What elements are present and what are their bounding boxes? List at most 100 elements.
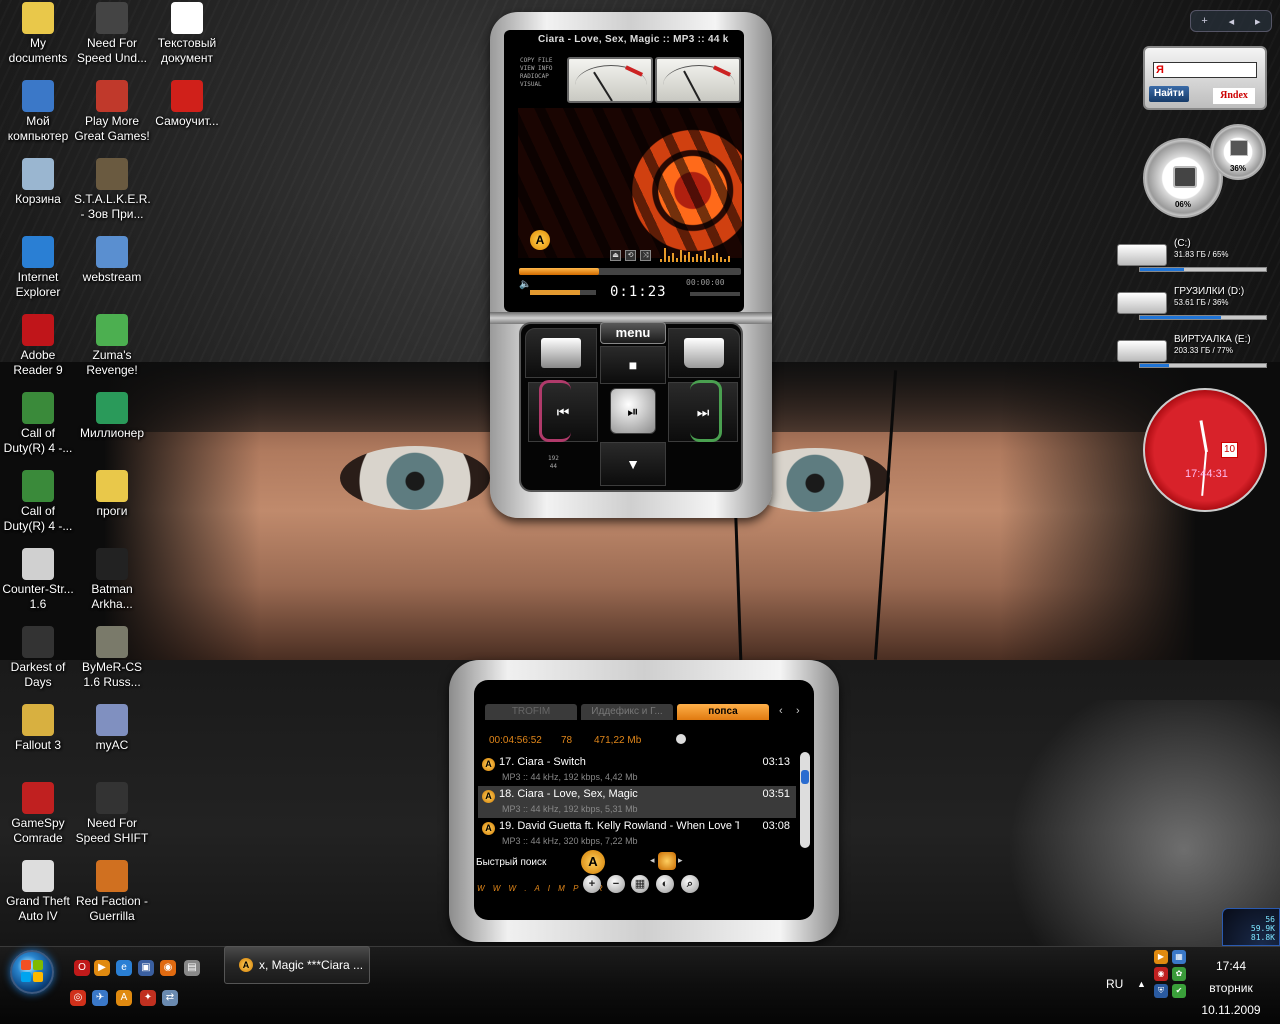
shuffle-icon[interactable]: ⤨ xyxy=(640,250,651,261)
stop-button[interactable]: ■ xyxy=(600,346,666,384)
desktop-icon[interactable]: Need For Speed Und... xyxy=(74,2,150,66)
antivirus-tray-icon[interactable]: ◉ xyxy=(1154,967,1168,981)
playlist-tab-active[interactable]: попса xyxy=(677,704,769,720)
playlist-menu-button[interactable]: ◐ xyxy=(656,875,674,893)
shield-tray-icon[interactable]: ⛨ xyxy=(1154,984,1168,998)
desktop-icon[interactable]: S.T.A.L.K.E.R. - Зов При... xyxy=(74,158,151,222)
desktop-icon[interactable]: Текстовый документ xyxy=(149,2,225,66)
yandex-search-button[interactable]: Найти xyxy=(1149,86,1189,102)
security-tray-icon[interactable]: ✔ xyxy=(1172,984,1186,998)
internet-explorer-icon[interactable]: e xyxy=(116,960,132,976)
desktop-icon[interactable]: Fallout 3 xyxy=(0,704,76,753)
right-arrow-icon[interactable]: ▸ xyxy=(678,855,683,866)
lock-icon[interactable] xyxy=(658,852,676,870)
network-tray-icon[interactable]: ▦ xyxy=(1172,950,1186,964)
desktop-icon[interactable]: Grand Theft Auto IV xyxy=(0,860,76,924)
media-player-icon[interactable]: ▶ xyxy=(94,960,110,976)
playlist-row-selected[interactable]: A 18. Ciara - Love, Sex, Magic 03:51 MP3… xyxy=(478,786,796,818)
desktop-icon[interactable]: Play More Great Games! xyxy=(74,80,150,144)
language-indicator[interactable]: RU xyxy=(1106,977,1123,991)
playlist-row[interactable]: A 17. Ciara - Switch 03:13 MP3 :: 44 kHz… xyxy=(478,754,796,786)
sidebar-controls[interactable]: + ◂ ▸ xyxy=(1190,10,1272,32)
desktop-icon[interactable]: Darkest of Days xyxy=(0,626,76,690)
drive-c[interactable]: (C:) 31.83 ГБ / 65% xyxy=(1117,238,1269,278)
yandex-search-input[interactable]: Я xyxy=(1153,62,1257,78)
taskbar-button-aimp[interactable]: A x, Magic ***Ciara ... xyxy=(224,946,370,984)
network-icon[interactable]: ⇄ xyxy=(162,990,178,1006)
desktop-icon[interactable]: Need For Speed SHIFT xyxy=(74,782,150,846)
sort-button[interactable]: ▦ xyxy=(631,875,649,893)
volume-slider[interactable] xyxy=(530,290,596,295)
drive-e[interactable]: ВИРТУАЛКА (E:) 203.33 ГБ / 77% xyxy=(1117,334,1269,374)
video-icon[interactable]: ▤ xyxy=(184,960,200,976)
search-button[interactable]: ⌕ xyxy=(681,875,699,893)
desktop-icon[interactable]: Самоучит... xyxy=(149,80,225,129)
desktop-icon[interactable]: проги xyxy=(74,470,150,519)
sidebar-next-icon[interactable]: ▸ xyxy=(1255,15,1261,28)
desktop-icon[interactable]: Call of Duty(R) 4 -... xyxy=(0,470,76,534)
add-gadget-icon[interactable]: + xyxy=(1201,15,1207,27)
desktop-icon[interactable]: Мой компьютер xyxy=(0,80,76,144)
remove-track-button[interactable]: − xyxy=(607,875,625,893)
tray-clock[interactable]: 17:44 вторник 10.11.2009 xyxy=(1196,955,1266,1021)
desktop-icon[interactable]: Zuma's Revenge! xyxy=(74,314,150,378)
firefox-icon[interactable]: ◉ xyxy=(160,960,176,976)
balance-slider[interactable] xyxy=(690,292,740,296)
add-track-button[interactable]: + xyxy=(583,875,601,893)
show-hidden-icons-icon[interactable]: ▲ xyxy=(1137,979,1146,989)
playlist-row[interactable]: A 19. David Guetta ft. Kelly Rowland - W… xyxy=(478,818,796,850)
open-file-button[interactable] xyxy=(525,328,597,378)
repeat-icon[interactable]: ⟲ xyxy=(625,250,636,261)
sidebar-prev-icon[interactable]: ◂ xyxy=(1229,15,1235,28)
player-time-display[interactable]: 0:1:23 xyxy=(610,284,667,300)
desktop-icon[interactable]: Internet Explorer xyxy=(0,236,76,300)
playlist-scroll-thumb[interactable] xyxy=(801,770,809,784)
desktop-icon[interactable]: Adobe Reader 9 xyxy=(0,314,76,378)
eject-icon[interactable]: ⏏ xyxy=(610,250,621,261)
quick-search-label[interactable]: Быстрый поиск xyxy=(476,857,546,868)
messenger-icon[interactable]: ✈ xyxy=(92,990,108,1006)
windows-logo-icon xyxy=(21,960,43,982)
open-folder-button[interactable] xyxy=(668,328,740,378)
desktop-icon[interactable]: Batman Arkha... xyxy=(74,548,150,612)
volume-down-button[interactable]: ▼ xyxy=(600,442,666,486)
desktop-icon[interactable]: myAC xyxy=(74,704,150,753)
vu-menu-item[interactable]: VIEW INFO xyxy=(520,65,553,73)
desktop-icon[interactable]: Миллионер xyxy=(74,392,150,441)
aimp-quicklaunch-icon[interactable]: A xyxy=(116,990,132,1006)
desktop-icon[interactable]: ByMeR-CS 1.6 Russ... xyxy=(74,626,150,690)
show-desktop-icon[interactable]: ▣ xyxy=(138,960,154,976)
game-icon[interactable]: ✦ xyxy=(140,990,156,1006)
desktop-icon-label: S.T.A.L.K.E.R. - Зов При... xyxy=(74,192,151,221)
desktop-icon[interactable]: webstream xyxy=(74,236,150,285)
aimp-tray-icon[interactable]: ▶ xyxy=(1154,950,1168,964)
player-menu-button[interactable]: menu xyxy=(600,322,666,344)
playlist-tab[interactable]: TROFIM xyxy=(485,704,577,720)
vu-menu-item[interactable]: RADIOCAP xyxy=(520,73,553,81)
playlist-tab[interactable]: Иддефикс и Г... xyxy=(581,704,673,720)
play-pause-button[interactable]: ⏯ xyxy=(610,388,656,434)
opera-icon[interactable]: O xyxy=(74,960,90,976)
desktop-icon[interactable]: Red Faction - Guerrilla xyxy=(74,860,150,924)
playlist-scrollbar[interactable] xyxy=(800,752,810,848)
aimp-logo-icon[interactable]: A xyxy=(530,230,550,250)
icq-tray-icon[interactable]: ✿ xyxy=(1172,967,1186,981)
desktop-icon[interactable]: My documents xyxy=(0,2,76,66)
tab-prev-icon[interactable]: ‹ xyxy=(779,705,783,717)
vu-menu-item[interactable]: VISUAL xyxy=(520,81,553,89)
desktop-icon[interactable]: GameSpy Comrade xyxy=(0,782,76,846)
seek-bar[interactable] xyxy=(519,268,741,275)
tab-next-icon[interactable]: › xyxy=(796,705,800,717)
aimp-search-icon[interactable]: A xyxy=(581,850,605,874)
speaker-icon[interactable]: 🔈 xyxy=(519,279,531,290)
vu-menu-item[interactable]: COPY FILE xyxy=(520,57,553,65)
drive-d[interactable]: ГРУЗИЛКИ (D:) 53.61 ГБ / 36% xyxy=(1117,286,1269,326)
left-arrow-icon[interactable]: ◂ xyxy=(650,855,655,866)
desktop-icon[interactable]: Call of Duty(R) 4 -... xyxy=(0,392,76,456)
desktop-icon[interactable]: Корзина xyxy=(0,158,76,207)
folder-icon xyxy=(96,470,128,502)
chrome-icon[interactable]: ◎ xyxy=(70,990,86,1006)
playlist-info-icon[interactable] xyxy=(676,734,686,744)
desktop-icon[interactable]: Counter-Str... 1.6 xyxy=(0,548,76,612)
player-vu-menu[interactable]: COPY FILE VIEW INFO RADIOCAP VISUAL xyxy=(520,57,553,89)
